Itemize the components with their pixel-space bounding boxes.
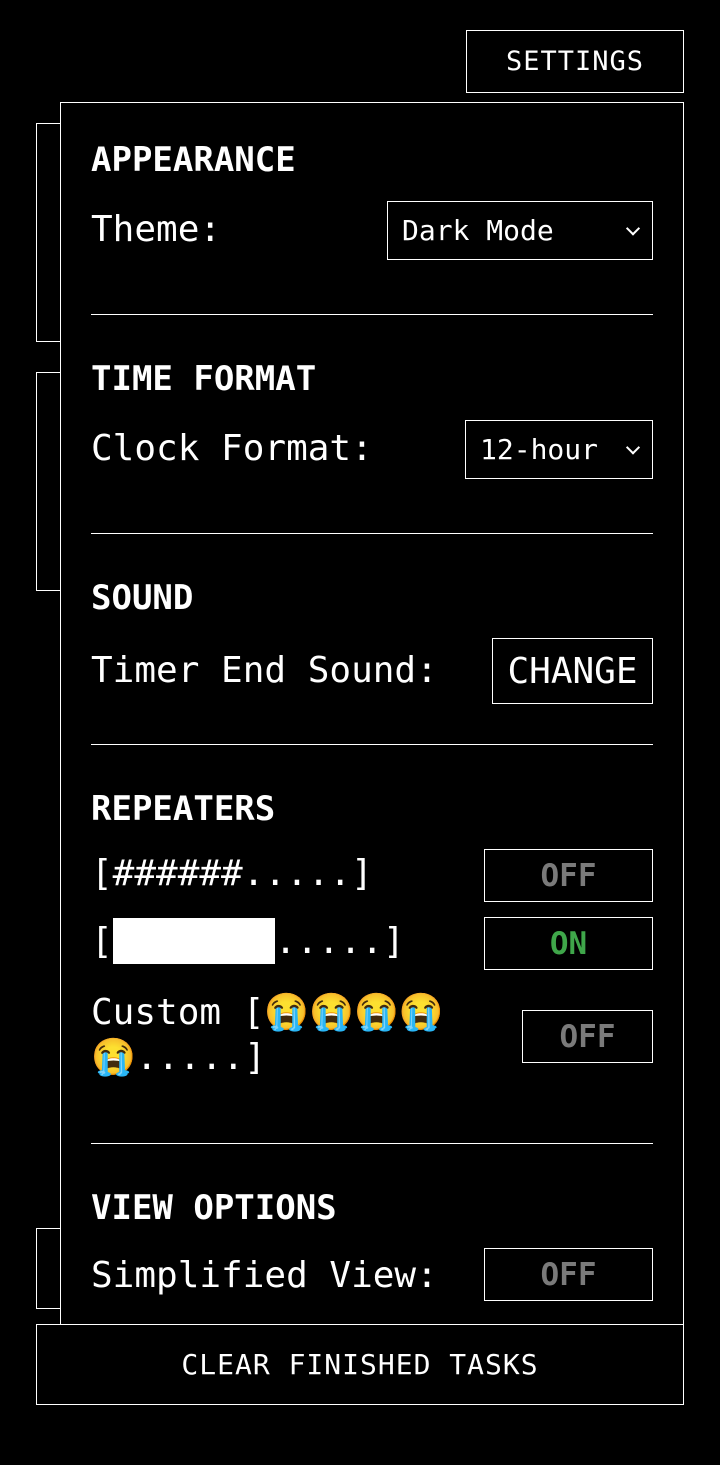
theme-select-value: Dark Mode — [402, 214, 554, 247]
sound-section: SOUND Timer End Sound: CHANGE — [91, 541, 653, 741]
clear-finished-tasks-button[interactable]: CLEAR FINISHED TASKS — [36, 1324, 684, 1405]
section-divider — [91, 1143, 653, 1144]
simplified-view-toggle[interactable]: OFF — [484, 1248, 653, 1301]
repeaters-section: REPEATERS [######.....] OFF [.....] ON C… — [91, 752, 653, 1132]
section-divider — [91, 533, 653, 534]
progress-blocks — [112, 918, 275, 964]
change-sound-button[interactable]: CHANGE — [492, 638, 653, 704]
timer-end-sound-label: Timer End Sound: — [91, 650, 438, 691]
repeater-toggle-custom[interactable]: OFF — [522, 1010, 653, 1063]
repeater-label-custom-line1: Custom [😭😭😭😭 — [91, 992, 444, 1033]
simplified-view-label: Simplified View: — [91, 1255, 438, 1296]
repeater-label-blocks: [.....] — [91, 918, 405, 964]
repeaters-heading: REPEATERS — [91, 789, 276, 829]
settings-panel: APPEARANCE Theme: Dark Mode TIME FORMAT … — [60, 102, 684, 1336]
appearance-section: APPEARANCE Theme: Dark Mode — [91, 103, 653, 303]
view-options-heading: VIEW OPTIONS — [91, 1188, 337, 1228]
repeater-label-custom: Custom [😭😭😭😭 😭.....] — [91, 990, 444, 1080]
time-format-section: TIME FORMAT Clock Format: 12-hour — [91, 322, 653, 522]
clock-format-select[interactable]: 12-hour — [465, 420, 653, 479]
repeater-label-hash: [######.....] — [91, 853, 373, 894]
section-divider — [91, 314, 653, 315]
repeater-toggle-hash[interactable]: OFF — [484, 849, 653, 902]
section-divider — [91, 744, 653, 745]
theme-label: Theme: — [91, 209, 222, 250]
clock-format-label: Clock Format: — [91, 428, 373, 469]
repeater-toggle-blocks[interactable]: ON — [484, 917, 653, 970]
chevron-down-icon — [625, 439, 641, 455]
appearance-heading: APPEARANCE — [91, 140, 296, 180]
clock-format-value: 12-hour — [480, 433, 599, 466]
sound-heading: SOUND — [91, 578, 194, 618]
chevron-down-icon — [625, 220, 641, 236]
theme-select[interactable]: Dark Mode — [387, 201, 653, 260]
view-options-section: VIEW OPTIONS Simplified View: OFF — [91, 1151, 653, 1337]
time-format-heading: TIME FORMAT — [91, 359, 317, 399]
repeater-label-blocks-prefix: [ — [91, 921, 113, 962]
repeater-label-custom-line2: 😭.....] — [91, 1037, 266, 1078]
settings-button[interactable]: SETTINGS — [466, 30, 684, 93]
repeater-label-blocks-suffix: .....] — [274, 921, 405, 962]
